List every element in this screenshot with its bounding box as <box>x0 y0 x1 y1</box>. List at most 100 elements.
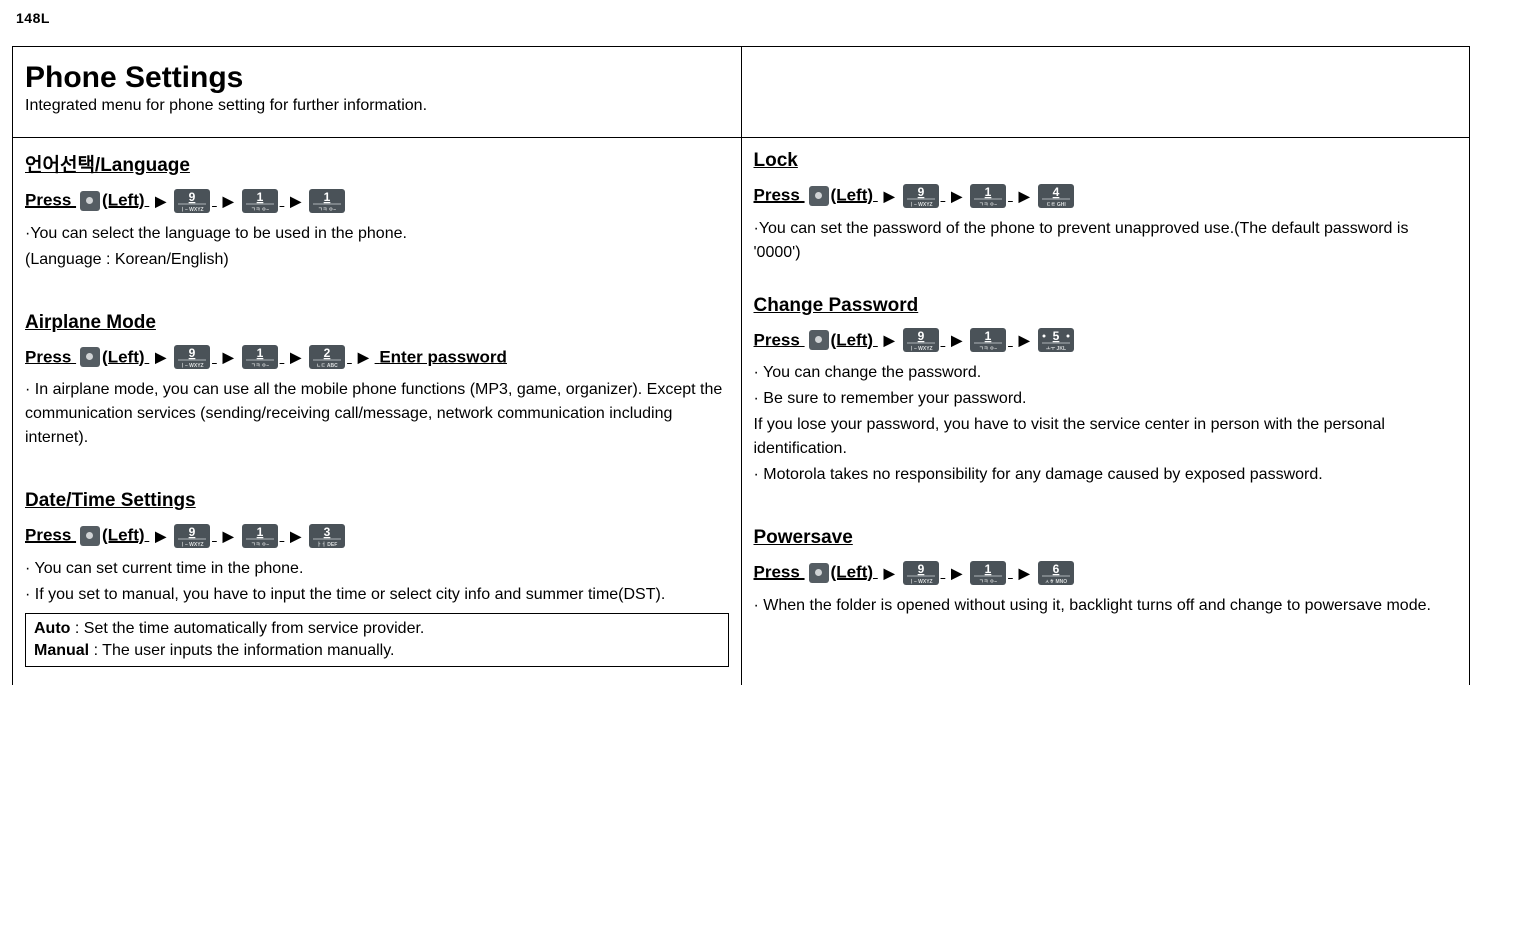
right-column: Lock Press (Left) ▶ 9 ㅣ– WXYZ ▶ 1 ㄱㅋ ㅇ– … <box>741 138 1470 685</box>
arrow-icon: ▶ <box>884 560 895 586</box>
svg-text:ㄱㅋ ㅇ–: ㄱㅋ ㅇ– <box>251 363 269 369</box>
keypad-6-icon: 6 ㅅㅎ MNO <box>1038 561 1074 585</box>
enter-password-label: Enter password <box>379 347 507 366</box>
section-heading-language: 언어선택/Language <box>25 150 729 177</box>
header-cell-left: Phone Settings Integrated menu for phone… <box>13 47 742 138</box>
body-text: ·You can select the language to be used … <box>25 222 729 246</box>
svg-text:ㄷㅌ GHI: ㄷㅌ GHI <box>1046 202 1066 208</box>
left-softkey-icon <box>809 186 829 206</box>
svg-text:ㅣ– WXYZ: ㅣ– WXYZ <box>909 579 932 585</box>
press-label: Press <box>754 330 805 349</box>
keypad-1-icon: 1 ㄱㅋ ㅇ– <box>242 189 278 213</box>
keypad-4-icon: 4 ㄷㅌ GHI <box>1038 184 1074 208</box>
svg-text:1: 1 <box>324 190 331 204</box>
body-text: · You can set current time in the phone. <box>25 557 729 581</box>
svg-text:ㄱㅋ ㅇ–: ㄱㅋ ㅇ– <box>318 207 336 213</box>
arrow-icon: ▶ <box>155 344 166 370</box>
press-label: Press <box>754 186 805 205</box>
keypad-9-icon: 9 ㅣ– WXYZ <box>903 561 939 585</box>
section-heading-powersave: Powersave <box>754 527 1458 549</box>
box-line-auto: Auto : Set the time automatically from s… <box>34 618 720 640</box>
svg-text:ㅅㅎ MNO: ㅅㅎ MNO <box>1044 579 1066 585</box>
svg-text:1: 1 <box>256 525 263 539</box>
svg-text:ㄱㅋ ㅇ–: ㄱㅋ ㅇ– <box>979 202 997 208</box>
arrow-icon: ▶ <box>1019 560 1030 586</box>
page-subtitle: Integrated menu for phone setting for fu… <box>25 97 729 115</box>
arrow-icon: ▶ <box>884 327 895 353</box>
body-text: · If you set to manual, you have to inpu… <box>25 583 729 607</box>
svg-text:1: 1 <box>256 190 263 204</box>
left-softkey-icon <box>80 347 100 367</box>
box-auto-text: : Set the time automatically from servic… <box>70 620 424 637</box>
press-sequence-lock: Press (Left) ▶ 9 ㅣ– WXYZ ▶ 1 ㄱㅋ ㅇ– ▶ 4 ㄷ… <box>754 182 1458 209</box>
section-heading-lock: Lock <box>754 150 1458 172</box>
arrow-icon: ▶ <box>290 188 301 214</box>
keypad-9-icon: 9 ㅣ– WXYZ <box>903 328 939 352</box>
svg-text:ㄱㅋ ㅇ–: ㄱㅋ ㅇ– <box>251 542 269 548</box>
arrow-icon: ▶ <box>290 523 301 549</box>
svg-text:9: 9 <box>917 185 924 199</box>
left-label: (Left) <box>102 347 144 366</box>
box-line-manual: Manual : The user inputs the information… <box>34 640 720 662</box>
arrow-icon: ▶ <box>155 523 166 549</box>
svg-text:ㅣ– WXYZ: ㅣ– WXYZ <box>180 542 203 548</box>
keypad-1-icon: 1 ㄱㅋ ㅇ– <box>242 524 278 548</box>
arrow-icon: ▶ <box>223 188 234 214</box>
svg-text:ㅣ– WXYZ: ㅣ– WXYZ <box>909 346 932 352</box>
svg-text:6: 6 <box>1052 562 1059 576</box>
svg-text:1: 1 <box>985 329 992 343</box>
body-text: · Be sure to remember your password. <box>754 387 1458 411</box>
arrow-icon: ▶ <box>223 344 234 370</box>
press-sequence-powersave: Press (Left) ▶ 9 ㅣ– WXYZ ▶ 1 ㄱㅋ ㅇ– ▶ 6 ㅅ… <box>754 559 1458 586</box>
arrow-icon: ▶ <box>358 344 369 370</box>
press-label: Press <box>25 526 76 545</box>
svg-text:ㅣ– WXYZ: ㅣ– WXYZ <box>180 363 203 369</box>
press-label: Press <box>25 191 76 210</box>
svg-text:5: 5 <box>1052 329 1059 343</box>
arrow-icon: ▶ <box>1019 183 1030 209</box>
press-sequence-datetime: Press (Left) ▶ 9 ㅣ– WXYZ ▶ 1 ㄱㅋ ㅇ– ▶ 3 ㅏ… <box>25 522 729 549</box>
svg-text:3: 3 <box>324 525 331 539</box>
left-label: (Left) <box>831 330 873 349</box>
arrow-icon: ▶ <box>155 188 166 214</box>
arrow-icon: ▶ <box>884 183 895 209</box>
svg-text:9: 9 <box>917 329 924 343</box>
keypad-2-icon: 2 ㄴㄷ ABC <box>309 345 345 369</box>
arrow-icon: ▶ <box>223 523 234 549</box>
keypad-1-icon: 1 ㄱㅋ ㅇ– <box>970 328 1006 352</box>
svg-text:9: 9 <box>189 346 196 360</box>
keypad-9-icon: 9 ㅣ– WXYZ <box>903 184 939 208</box>
keypad-1-icon: 1 ㄱㅋ ㅇ– <box>970 561 1006 585</box>
svg-text:1: 1 <box>985 562 992 576</box>
left-softkey-icon <box>809 563 829 583</box>
left-label: (Left) <box>102 526 144 545</box>
arrow-icon: ▶ <box>951 560 962 586</box>
info-box-datetime: Auto : Set the time automatically from s… <box>25 613 729 667</box>
svg-text:ㄱㅋ ㅇ–: ㄱㅋ ㅇ– <box>251 207 269 213</box>
keypad-9-icon: 9 ㅣ– WXYZ <box>174 189 210 213</box>
left-softkey-icon <box>809 330 829 350</box>
body-text: · You can change the password. <box>754 361 1458 385</box>
svg-text:ㄴㄷ ABC: ㄴㄷ ABC <box>316 363 338 369</box>
svg-text:9: 9 <box>917 562 924 576</box>
svg-text:ㄱㅋ ㅇ–: ㄱㅋ ㅇ– <box>979 579 997 585</box>
svg-text:ㅏㅓ DEF: ㅏㅓ DEF <box>317 541 338 548</box>
keypad-3-icon: 3 ㅏㅓ DEF <box>309 524 345 548</box>
section-heading-airplane: Airplane Mode <box>25 312 729 334</box>
header-cell-right <box>741 47 1470 138</box>
svg-text:ㅣ– WXYZ: ㅣ– WXYZ <box>180 207 203 213</box>
box-manual-label: Manual <box>34 642 89 659</box>
svg-text:1: 1 <box>256 346 263 360</box>
press-sequence-language: Press (Left) ▶ 9 ㅣ– WXYZ ▶ 1 ㄱㅋ ㅇ– ▶ 1 ㄱ… <box>25 187 729 214</box>
press-label: Press <box>754 563 805 582</box>
left-label: (Left) <box>831 563 873 582</box>
left-softkey-icon <box>80 526 100 546</box>
svg-text:4: 4 <box>1052 185 1059 199</box>
page-number: 148L <box>16 10 1470 26</box>
svg-text:2: 2 <box>324 346 331 360</box>
keypad-1-icon: 1 ㄱㅋ ㅇ– <box>242 345 278 369</box>
page-title: Phone Settings <box>25 61 729 95</box>
body-text: · In airplane mode, you can use all the … <box>25 378 729 450</box>
section-heading-changepw: Change Password <box>754 295 1458 317</box>
svg-text:ㅣ– WXYZ: ㅣ– WXYZ <box>909 202 932 208</box>
